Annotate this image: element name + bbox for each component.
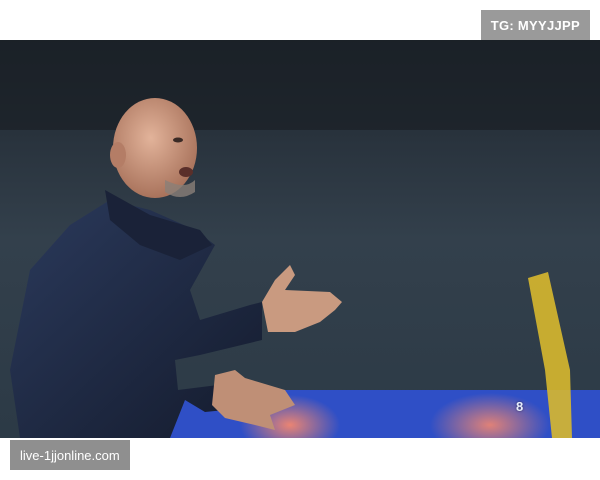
ear	[110, 142, 126, 168]
broadcast-logo: 8	[516, 399, 524, 414]
watermark-badge-bottom: live-1jjonline.com	[10, 440, 130, 470]
photo-image	[0, 40, 600, 438]
photo	[0, 40, 600, 438]
head	[113, 98, 197, 198]
mouth	[179, 167, 193, 177]
background-stands	[0, 40, 600, 130]
watermark-badge-top: TG: MYYJJPP	[480, 10, 590, 40]
eye	[173, 137, 183, 143]
